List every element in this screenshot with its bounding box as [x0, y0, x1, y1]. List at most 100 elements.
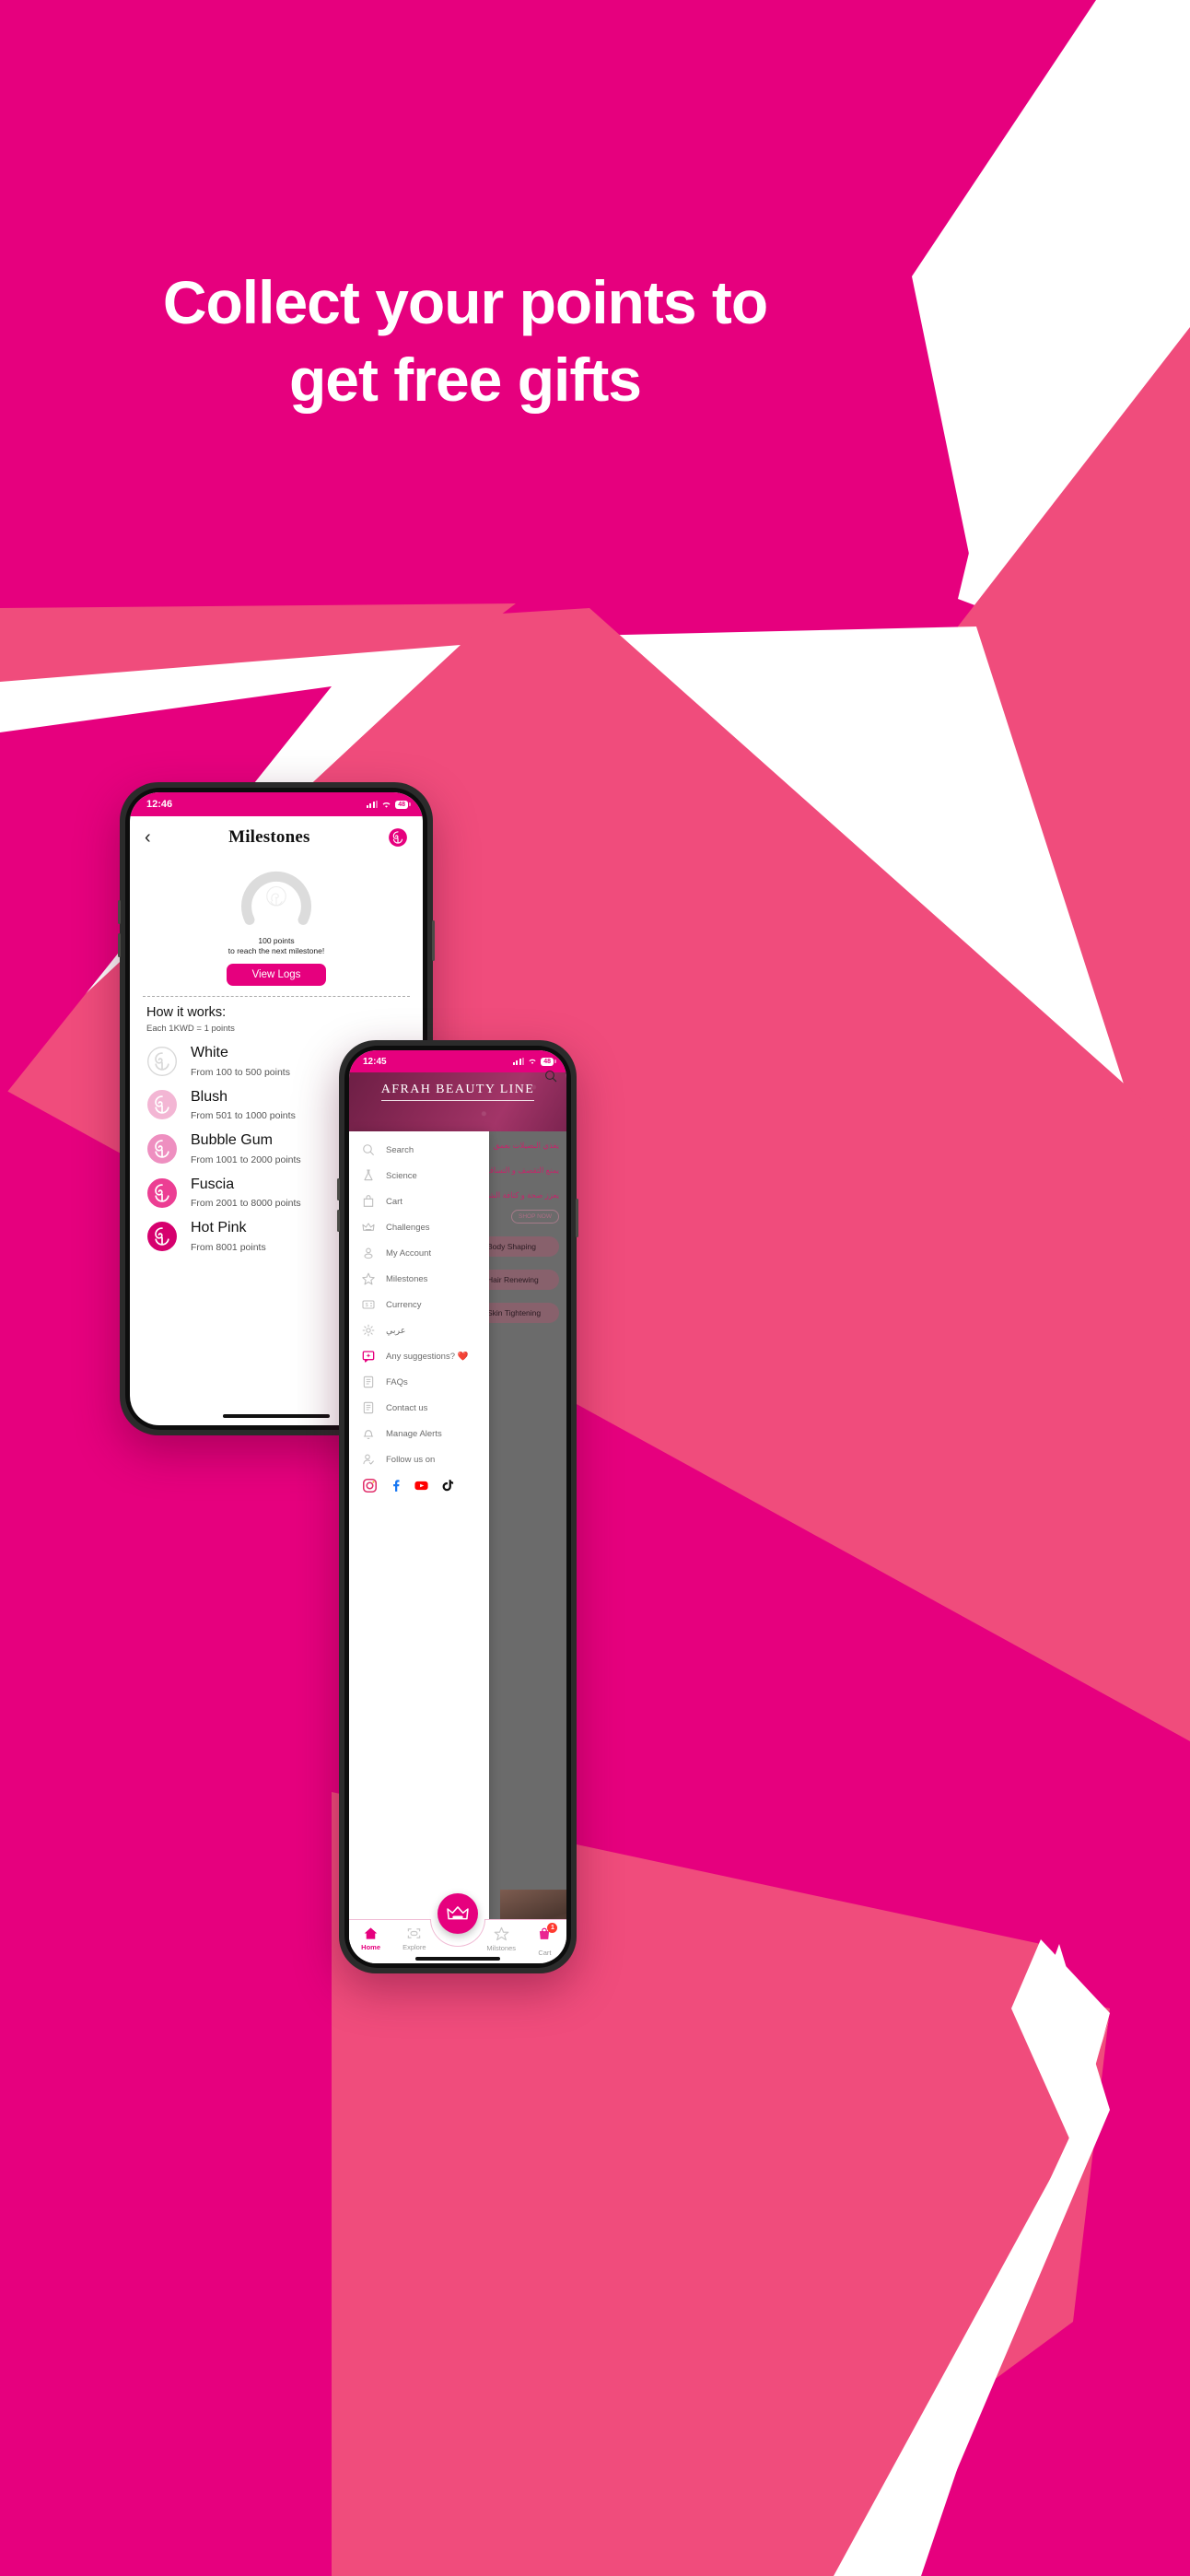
battery-indicator: 48: [541, 1057, 554, 1066]
cart-badge: 1: [547, 1923, 558, 1933]
rose-logo-icon: [147, 1046, 177, 1076]
phone1-power: [432, 920, 435, 961]
instagram-icon[interactable]: [362, 1478, 378, 1498]
drawer-item-label: Milestones: [386, 1273, 428, 1284]
shop-now-button[interactable]: SHOP NOW: [511, 1210, 559, 1224]
tab-milestones-label: Milstones: [486, 1944, 517, 1952]
headline-line-2: get free gifts: [288, 345, 642, 415]
facebook-icon[interactable]: [388, 1478, 403, 1498]
flask-icon: [361, 1168, 376, 1183]
tier-range: From 501 to 1000 points: [191, 1110, 296, 1122]
tier-range: From 2001 to 8000 points: [191, 1198, 301, 1210]
wifi-icon: [382, 802, 391, 808]
points-caption: to reach the next milestone!: [228, 946, 325, 956]
home-icon: [364, 1927, 378, 1939]
tier-name: White: [191, 1044, 228, 1060]
home-indicator: [223, 1414, 330, 1418]
drawer-item-label: Challenges: [386, 1222, 430, 1233]
phone2-power: [576, 1199, 578, 1237]
drawer-item-any-suggestions[interactable]: Any suggestions? ❤️: [349, 1343, 489, 1369]
rose-outline-icon: [266, 885, 286, 907]
drawer-item-list: Search Science Cart Challenges My Accoun…: [349, 1137, 489, 1472]
phone2-volume-down: [337, 1210, 340, 1232]
side-drawer-menu: Search Science Cart Challenges My Accoun…: [349, 1131, 489, 1963]
tier-text: Hot Pink From 8001 points: [191, 1220, 266, 1253]
bg-magenta-divider: [304, 1792, 332, 2576]
tab-explore[interactable]: Explore: [392, 1926, 436, 1951]
drawer-item-[interactable]: عربي: [349, 1317, 489, 1343]
drawer-item-milestones[interactable]: Milestones: [349, 1266, 489, 1292]
category-pill[interactable]: Hair Renewing: [480, 1270, 559, 1290]
scan-icon: [408, 1928, 421, 1938]
person-check-icon: [361, 1452, 376, 1467]
phone1-clock: 12:46: [146, 799, 173, 810]
svg-text:$: $: [366, 1303, 368, 1308]
phone1-status-icons: 48: [366, 800, 408, 809]
document-icon: [361, 1400, 376, 1415]
youtube-icon[interactable]: [414, 1478, 429, 1498]
drawer-item-label: My Account: [386, 1247, 432, 1259]
drawer-item-manage-alerts[interactable]: Manage Alerts: [349, 1421, 489, 1446]
tab-cart-label: Cart: [538, 1949, 552, 1957]
crown-icon: [361, 1220, 376, 1235]
drawer-item-search[interactable]: Search: [349, 1137, 489, 1163]
category-pill[interactable]: Body Shaping: [480, 1236, 559, 1257]
chevron-left-icon[interactable]: ‹: [145, 828, 151, 847]
tier-name: Hot Pink: [191, 1220, 247, 1236]
drawer-item-label: Contact us: [386, 1402, 428, 1413]
category-pill[interactable]: Skin Tightening: [480, 1303, 559, 1323]
star-icon: [494, 1926, 509, 1941]
drawer-item-cart[interactable]: Cart: [349, 1188, 489, 1214]
tab-cart[interactable]: 1 Cart: [523, 1923, 566, 1957]
crown-fab-button[interactable]: [438, 1893, 478, 1934]
milestone-progress-text: 100 points to reach the next milestone!: [130, 936, 423, 957]
drawer-item-label: Any suggestions? ❤️: [386, 1351, 469, 1362]
tab-milestones[interactable]: Milstones: [480, 1926, 523, 1952]
bell-icon: [361, 1426, 376, 1441]
points-value: 100 points: [258, 936, 295, 945]
battery-indicator: 48: [395, 800, 408, 809]
drawer-item-my-account[interactable]: My Account: [349, 1240, 489, 1266]
phone-mockup-home-menu: 12:45 48 AFRAH BEAUTY LINE يغذي البصيلات…: [337, 1040, 578, 1973]
search-icon[interactable]: [543, 1069, 558, 1083]
tiktok-icon[interactable]: [439, 1478, 455, 1498]
shopping-bag-icon: [361, 1194, 376, 1209]
phone2-content: يغذي البصيلات بعمق يمنع التقصف و التساقط ي…: [349, 1131, 566, 1963]
page-title: Milestones: [228, 827, 310, 847]
drawer-item-currency[interactable]: $ Currency: [349, 1292, 489, 1317]
phone2-clock: 12:45: [363, 1056, 387, 1067]
phone2-screen: 12:45 48 AFRAH BEAUTY LINE يغذي البصيلات…: [349, 1050, 566, 1963]
headline-line-1: Collect your points to: [162, 268, 768, 336]
view-logs-button[interactable]: View Logs: [226, 963, 327, 986]
drawer-item-label: Cart: [386, 1196, 402, 1207]
tier-range: From 100 to 500 points: [191, 1066, 290, 1078]
drawer-item-label: Currency: [386, 1299, 422, 1310]
rose-logo-icon[interactable]: [388, 827, 408, 848]
drawer-item-science[interactable]: Science: [349, 1163, 489, 1188]
rose-logo-icon: [147, 1133, 177, 1164]
phone2-status-icons: 48: [512, 1057, 554, 1066]
phone2-status-bar: 12:45 48: [349, 1050, 566, 1072]
phone1-status-bar: 12:46 48: [130, 792, 423, 816]
search-icon: [361, 1142, 376, 1157]
tier-range: From 8001 points: [191, 1241, 266, 1253]
drawer-item-challenges[interactable]: Challenges: [349, 1214, 489, 1240]
gear-icon: [361, 1323, 376, 1338]
drawer-item-follow-us-on[interactable]: Follow us on: [349, 1446, 489, 1472]
tier-name: Fuscia: [191, 1176, 235, 1192]
star-icon: [361, 1271, 376, 1286]
social-links: [349, 1472, 489, 1498]
drawer-item-label: Science: [386, 1170, 417, 1181]
tier-text: White From 100 to 500 points: [191, 1045, 290, 1078]
drawer-item-faqs[interactable]: FAQs: [349, 1369, 489, 1395]
tab-home[interactable]: Home: [349, 1926, 392, 1951]
drawer-item-label: عربي: [386, 1325, 406, 1336]
tier-range: From 1001 to 2000 points: [191, 1153, 301, 1165]
drawer-item-label: Manage Alerts: [386, 1428, 442, 1439]
person-icon: [361, 1246, 376, 1260]
drawer-item-label: Follow us on: [386, 1454, 436, 1465]
rose-logo-icon: [147, 1222, 177, 1252]
drawer-item-contact-us[interactable]: Contact us: [349, 1395, 489, 1421]
promo-headline: Collect your points to get free gifts: [0, 263, 930, 419]
tier-text: Blush From 501 to 1000 points: [191, 1089, 296, 1122]
